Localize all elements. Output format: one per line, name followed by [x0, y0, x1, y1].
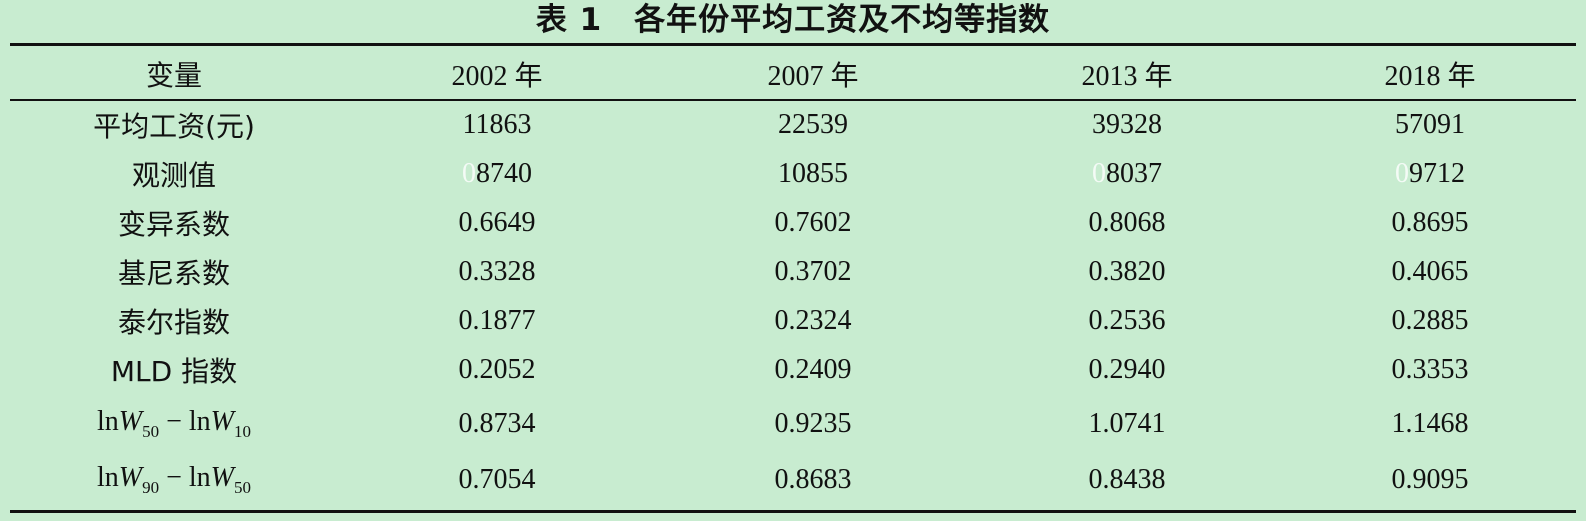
- header-2007: 2007 年: [767, 61, 859, 92]
- table-cell: 57091: [1395, 109, 1465, 140]
- row-label: lnW90 − lnW50: [96, 462, 251, 497]
- table-cell: 0.3328: [458, 256, 536, 287]
- row-label: lnW50 − lnW10: [96, 406, 251, 441]
- table-cell: 0.2536: [1088, 305, 1166, 336]
- table-row: 观测值 08740 10855 08037 09712: [10, 150, 1576, 198]
- row-label: 变异系数: [117, 208, 230, 241]
- leading-digit: 0: [1395, 158, 1409, 189]
- leading-digit: 0: [462, 158, 476, 189]
- table-cell: 0.3702: [774, 256, 852, 287]
- leading-digit: 0: [1092, 158, 1106, 189]
- table-cell: 08037: [970, 158, 1284, 190]
- table-cell: 0.8695: [1391, 207, 1469, 238]
- table-row: 变异系数 0.6649 0.7602 0.8068 0.8695: [10, 199, 1576, 247]
- table-cell: 22539: [778, 109, 848, 140]
- table-cell: 0.8734: [458, 408, 536, 439]
- table-cell: 0.6649: [458, 207, 536, 238]
- row-label: 泰尔指数: [117, 306, 230, 339]
- table-cell: 0.8438: [1088, 464, 1166, 495]
- remaining-digits: 9712: [1409, 158, 1465, 189]
- header-variable: 变量: [145, 59, 202, 92]
- table-cell: 0.7602: [774, 207, 852, 238]
- table-cell: 39328: [1092, 109, 1162, 140]
- table-header-row: 变量 2002 年 2007 年 2013 年 2018 年: [10, 50, 1576, 98]
- table-cell: 0.2940: [1088, 354, 1166, 385]
- row-label: 基尼系数: [117, 257, 230, 290]
- table-cell: 0.3820: [1088, 256, 1166, 287]
- table-cell: 0.7054: [458, 464, 536, 495]
- table-cell: 0.2324: [774, 305, 852, 336]
- table-cell: 1.0741: [1088, 408, 1166, 439]
- row-label: 平均工资(元): [93, 110, 255, 143]
- table-cell: 0.2885: [1391, 305, 1469, 336]
- table-cell: 0.8683: [774, 464, 852, 495]
- top-rule: [10, 43, 1576, 46]
- table-cell: 0.8068: [1088, 207, 1166, 238]
- table-cell: 0.2409: [774, 354, 852, 385]
- bottom-rule: [10, 510, 1576, 513]
- table-cell: 0.3353: [1391, 354, 1469, 385]
- header-rule: [10, 99, 1576, 101]
- row-label: 观测值: [131, 159, 216, 192]
- table-row: 基尼系数 0.3328 0.3702 0.3820 0.4065: [10, 248, 1576, 296]
- table-cell: 0.1877: [458, 305, 536, 336]
- header-2013: 2013 年: [1081, 61, 1173, 92]
- table-cell: 0.9235: [774, 408, 852, 439]
- header-2002: 2002 年: [451, 61, 543, 92]
- row-label: MLD 指数: [110, 355, 238, 388]
- remaining-digits: 8037: [1106, 158, 1162, 189]
- table-cell: 0.9095: [1391, 464, 1469, 495]
- table-title: 表 1 各年份平均工资及不均等指数: [535, 2, 1051, 38]
- table-row: MLD 指数 0.2052 0.2409 0.2940 0.3353: [10, 346, 1576, 394]
- table-cell: 1.1468: [1391, 408, 1469, 439]
- remaining-digits: 8740: [476, 158, 532, 189]
- table-cell: 10855: [778, 158, 848, 189]
- table-cell: 11863: [462, 109, 532, 140]
- table-cell: 0.4065: [1391, 256, 1469, 287]
- table-cell: 09712: [1284, 158, 1576, 190]
- table-row: 泰尔指数 0.1877 0.2324 0.2536 0.2885: [10, 297, 1576, 345]
- table-cell: 08740: [338, 158, 656, 190]
- table-cell: 0.2052: [458, 354, 536, 385]
- header-2018: 2018 年: [1384, 61, 1476, 92]
- table-row: 平均工资(元) 11863 22539 39328 57091: [10, 102, 1576, 148]
- table-row: lnW50 − lnW10 0.8734 0.9235 1.0741 1.146…: [10, 396, 1576, 452]
- table-row: lnW90 − lnW50 0.7054 0.8683 0.8438 0.909…: [10, 452, 1576, 508]
